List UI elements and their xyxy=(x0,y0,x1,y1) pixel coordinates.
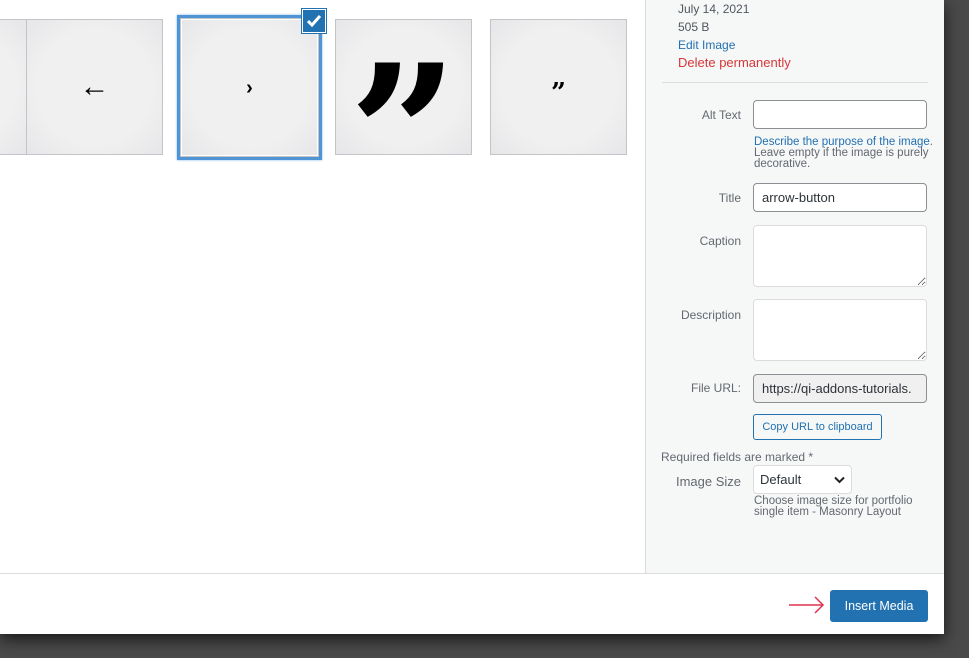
annotation-arrow-icon xyxy=(789,596,825,614)
description-label: Description xyxy=(680,308,741,322)
delete-permanently-link[interactable]: Delete permanently xyxy=(678,55,791,70)
title-input[interactable] xyxy=(753,183,927,212)
image-size-label: Image Size xyxy=(675,474,741,489)
divider xyxy=(662,82,928,83)
required-fields-note: Required fields are marked * xyxy=(661,450,814,464)
alt-text-input[interactable] xyxy=(753,100,927,129)
attachment-partial[interactable] xyxy=(0,19,27,155)
edit-image-link[interactable]: Edit Image xyxy=(678,38,735,52)
file-url-label: File URL: xyxy=(690,381,741,395)
image-size-select[interactable]: Default xyxy=(753,465,852,494)
quote-icon: ” xyxy=(551,78,566,108)
media-toolbar: Insert Media xyxy=(0,573,944,634)
left-arrow-icon: ← xyxy=(79,70,110,103)
title-label: Title xyxy=(718,191,741,205)
copy-url-button[interactable]: Copy URL to clipboard xyxy=(753,414,882,440)
attachment-small-quote[interactable]: ” xyxy=(490,19,627,155)
selected-check-button[interactable] xyxy=(302,9,326,33)
attachment-details-sidebar: July 14, 2021 505 B Edit Image Delete pe… xyxy=(645,0,944,573)
media-modal: ← › ” ” July 14, 2021 505 B Edit Image D… xyxy=(0,0,944,634)
quote-icon: ” xyxy=(348,22,459,246)
caption-textarea[interactable] xyxy=(753,225,927,287)
attachment-left-arrow[interactable]: ← xyxy=(26,19,163,155)
alt-text-help: Describe the purpose of the image. Leave… xyxy=(754,136,933,170)
file-url-input[interactable] xyxy=(753,374,927,403)
chevron-down-icon xyxy=(834,476,845,483)
image-size-help: Choose image size for portfolio single i… xyxy=(754,495,913,518)
alt-text-label: Alt Text xyxy=(701,108,741,122)
file-size: 505 B xyxy=(678,20,710,34)
attachment-arrow-button[interactable]: › xyxy=(177,15,322,160)
insert-media-button[interactable]: Insert Media xyxy=(830,590,928,622)
chevron-right-icon: › xyxy=(246,76,253,99)
attachments-browser: ← › ” ” xyxy=(0,0,645,573)
attachment-large-quote[interactable]: ” xyxy=(335,19,472,229)
caption-label: Caption xyxy=(699,234,741,248)
upload-date: July 14, 2021 xyxy=(678,2,750,16)
checkmark-icon xyxy=(307,15,321,27)
description-textarea[interactable] xyxy=(753,299,927,361)
